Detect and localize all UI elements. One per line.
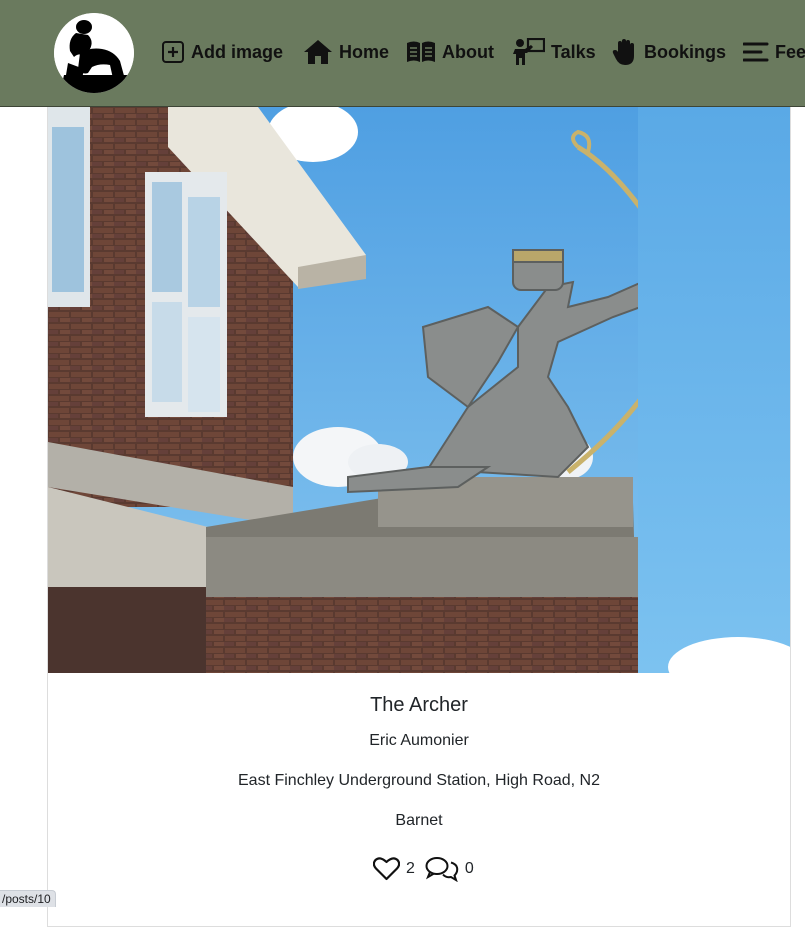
nav-bookings-label: Bookings: [644, 41, 727, 62]
top-navbar: Add image Home About Talks Bookings Fe: [0, 0, 805, 107]
nav-home[interactable]: Home: [303, 33, 389, 71]
nav-add-image[interactable]: Add image: [161, 33, 283, 71]
sky-background-strip: [638, 107, 790, 673]
likes-count: 2: [406, 860, 415, 877]
nav-talks-label: Talks: [551, 41, 596, 62]
nav-about[interactable]: About: [406, 33, 494, 71]
nav-about-label: About: [442, 41, 494, 62]
post-artist: Eric Aumonier: [369, 732, 469, 749]
presenter-icon: [513, 38, 545, 65]
plus-square-icon: [162, 41, 184, 63]
align-left-icon: [743, 42, 769, 62]
comments-icon[interactable]: [425, 856, 459, 882]
nav-talks[interactable]: Talks: [513, 33, 596, 71]
raised-hand-icon: [612, 39, 634, 65]
post-borough: Barnet: [395, 812, 443, 829]
post-stats: 2 0: [373, 855, 484, 883]
open-book-icon: [407, 41, 435, 62]
nav-home-label: Home: [339, 41, 390, 62]
post-title[interactable]: The Archer: [48, 694, 790, 717]
nav-feedback-label: Feedback: [775, 41, 805, 62]
nav-feedback[interactable]: Feedback: [743, 33, 805, 71]
site-logo[interactable]: [54, 13, 134, 93]
post-image[interactable]: [48, 107, 638, 673]
house-icon: [304, 40, 332, 64]
comments-count: 0: [464, 860, 474, 877]
archer-statue-photo: [48, 107, 638, 673]
post-location: East Finchley Underground Station, High …: [238, 772, 600, 789]
heart-icon[interactable]: [373, 857, 400, 881]
nav-bookings[interactable]: Bookings: [612, 33, 726, 71]
nav-add-image-label: Add image: [191, 41, 284, 62]
browser-status-url: /posts/10: [0, 890, 56, 907]
thinker-silhouette-icon: [54, 13, 134, 93]
